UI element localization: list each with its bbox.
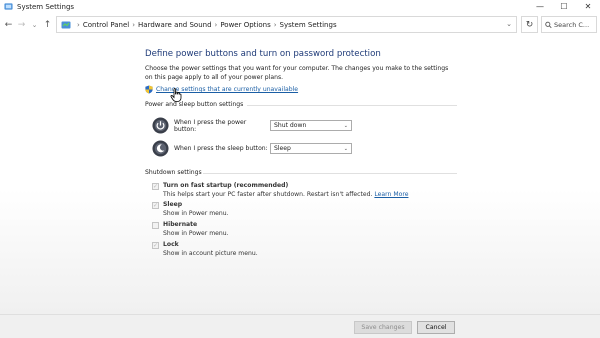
- recent-locations-button[interactable]: ⌄: [28, 17, 41, 33]
- sleep-button-select[interactable]: Sleep ⌄: [270, 143, 352, 154]
- sleep-button-icon: [152, 140, 169, 157]
- section-divider: [247, 105, 457, 106]
- close-button[interactable]: ✕: [576, 0, 600, 13]
- breadcrumb-separator: ›: [77, 20, 80, 29]
- change-settings-row: Change settings that are currently unava…: [145, 85, 298, 94]
- back-button[interactable]: ←: [2, 17, 15, 33]
- breadcrumb-separator[interactable]: ›: [215, 21, 218, 29]
- window-title: System Settings: [17, 2, 75, 11]
- sleep-option-desc: Show in Power menu.: [163, 209, 229, 217]
- main-content: Define power buttons and turn on passwor…: [0, 37, 600, 314]
- sleep-button-label: When I press the sleep button:: [174, 145, 268, 152]
- breadcrumb-system-settings[interactable]: System Settings: [280, 21, 337, 29]
- refresh-button[interactable]: ↻: [521, 16, 538, 33]
- breadcrumb-separator[interactable]: ›: [274, 21, 277, 29]
- fast-startup-desc-text: This helps start your PC faster after sh…: [163, 190, 373, 198]
- lock-option-title: Lock: [163, 241, 179, 248]
- maximize-button[interactable]: ☐: [552, 0, 576, 13]
- refresh-icon: ↻: [525, 19, 534, 30]
- hibernate-option: Hibernate Show in Power menu.: [152, 221, 229, 238]
- up-button[interactable]: ↑: [41, 17, 54, 33]
- title-bar: System Settings — ☐ ✕: [0, 0, 600, 13]
- power-button-label: When I press the power button:: [174, 118, 247, 133]
- power-section-label: Power and sleep button settings: [145, 101, 244, 108]
- sleep-option-title: Sleep: [163, 201, 183, 208]
- breadcrumb-control-panel[interactable]: Control Panel: [83, 21, 129, 29]
- breadcrumb-hardware-and-sound[interactable]: Hardware and Sound: [138, 21, 211, 29]
- power-button-value: Shut down: [274, 122, 307, 129]
- search-input[interactable]: [554, 20, 596, 29]
- hibernate-option-title: Hibernate: [163, 221, 198, 228]
- lock-option-desc: Show in account picture menu.: [163, 249, 258, 257]
- navigation-bar: ← → ⌄ ↑ › Control Panel › Hardware and S…: [0, 13, 600, 37]
- fast-startup-title: Turn on fast startup (recommended): [163, 182, 289, 189]
- sleep-button-setting: When I press the sleep button: Sleep ⌄: [152, 140, 352, 157]
- uac-shield-icon: [145, 85, 153, 94]
- address-bar[interactable]: › Control Panel › Hardware and Sound › P…: [56, 16, 517, 33]
- hibernate-checkbox[interactable]: [152, 222, 159, 229]
- lock-checkbox[interactable]: ✓: [152, 242, 159, 249]
- power-button-icon: [152, 117, 169, 134]
- minimize-button[interactable]: —: [528, 0, 552, 13]
- control-panel-icon: [61, 21, 71, 28]
- fast-startup-desc: This helps start your PC faster after sh…: [163, 191, 408, 200]
- forward-button[interactable]: →: [15, 17, 28, 33]
- hand-cursor-icon: [170, 88, 182, 102]
- cancel-button[interactable]: Cancel: [417, 321, 455, 334]
- sleep-button-value: Sleep: [274, 145, 291, 152]
- shutdown-section-label: Shutdown settings: [145, 169, 202, 176]
- fast-startup-checkbox[interactable]: ✓: [152, 183, 159, 190]
- fast-startup-option: ✓ Turn on fast startup (recommended) Thi…: [152, 182, 408, 199]
- search-icon: [545, 21, 552, 28]
- breadcrumb-separator[interactable]: ›: [132, 21, 135, 29]
- section-divider: [203, 173, 457, 174]
- power-button-setting: When I press the power button: Shut down…: [152, 117, 352, 134]
- page-title: Define power buttons and turn on passwor…: [145, 49, 381, 59]
- sleep-checkbox[interactable]: ✓: [152, 202, 159, 209]
- control-panel-icon: [4, 3, 13, 10]
- chevron-down-icon[interactable]: ⌄: [506, 20, 512, 28]
- sleep-option: ✓ Sleep Show in Power menu.: [152, 201, 229, 218]
- save-changes-button[interactable]: Save changes: [354, 321, 412, 334]
- chevron-down-icon: ⌄: [343, 122, 348, 129]
- lock-option: ✓ Lock Show in account picture menu.: [152, 241, 258, 258]
- chevron-down-icon: ⌄: [343, 145, 348, 152]
- learn-more-link[interactable]: Learn More: [374, 191, 408, 198]
- page-description: Choose the power settings that you want …: [145, 65, 449, 81]
- power-button-select[interactable]: Shut down ⌄: [270, 120, 352, 131]
- window-controls: — ☐ ✕: [528, 0, 600, 13]
- footer-bar: Save changes Cancel: [0, 314, 600, 338]
- search-box[interactable]: [541, 16, 597, 33]
- hibernate-option-desc: Show in Power menu.: [163, 229, 229, 237]
- breadcrumb-power-options[interactable]: Power Options: [220, 21, 270, 29]
